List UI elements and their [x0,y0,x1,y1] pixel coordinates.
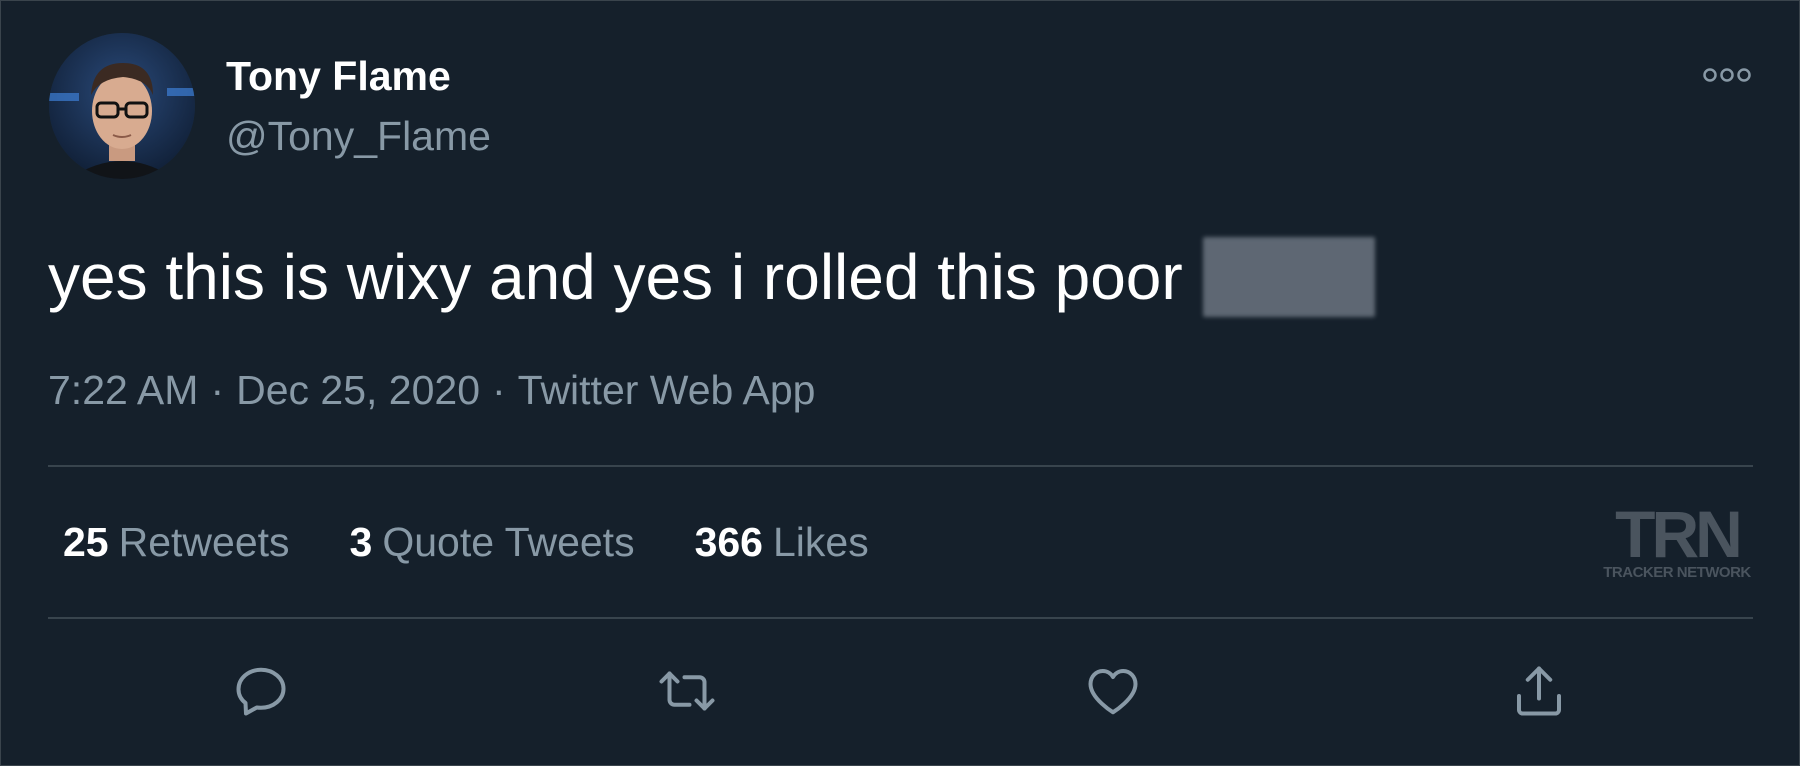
avatar-image [49,33,195,179]
share-button[interactable] [1507,659,1571,723]
reply-icon [236,667,286,716]
tweet-body: yes this is wixy and yes i rolled this p… [48,241,1183,313]
divider-top [48,465,1753,467]
tweet-stats: 25 Retweets 3 Quote Tweets 366 Likes [63,519,929,566]
user-handle[interactable]: @Tony_Flame [226,113,491,160]
tracker-network-watermark: TRN TRACKER NETWORK [1599,497,1755,581]
retweet-icon [659,671,715,711]
watermark-name: TRACKER NETWORK [1603,564,1751,581]
meta-separator: · [210,367,225,413]
more-options-button[interactable] [1691,61,1763,89]
likes-stat[interactable]: 366 Likes [695,519,869,566]
retweets-count: 25 [63,519,109,565]
retweets-label: Retweets [118,519,290,565]
tweet-time[interactable]: 7:22 AM [48,367,198,413]
divider-bottom [48,617,1753,619]
quote-tweets-label: Quote Tweets [382,519,635,565]
tweet-date[interactable]: Dec 25, 2020 [236,367,480,413]
tweet-meta: 7:22 AM · Dec 25, 2020 · Twitter Web App [48,367,815,414]
likes-count: 366 [694,519,763,565]
like-icon [1088,669,1138,715]
tweet-source[interactable]: Twitter Web App [518,367,816,413]
avatar[interactable] [49,33,195,179]
redacted-blur [1202,237,1375,317]
more-dots-icon [1703,68,1751,82]
share-icon [1517,666,1561,716]
retweet-button[interactable] [655,659,719,723]
like-button[interactable] [1081,659,1145,723]
tweet-text: yes this is wixy and yes i rolled this p… [48,237,1375,317]
watermark-logo: TRN [1615,497,1743,571]
quote-tweets-count: 3 [349,519,373,565]
quote-tweets-stat[interactable]: 3 Quote Tweets [350,519,635,566]
likes-label: Likes [773,519,869,565]
meta-separator: · [492,367,506,413]
retweets-stat[interactable]: 25 Retweets [63,519,290,566]
display-name[interactable]: Tony Flame [226,53,451,100]
reply-button[interactable] [229,659,293,723]
tweet-card: Tony Flame @Tony_Flame yes this is wixy … [0,0,1800,766]
